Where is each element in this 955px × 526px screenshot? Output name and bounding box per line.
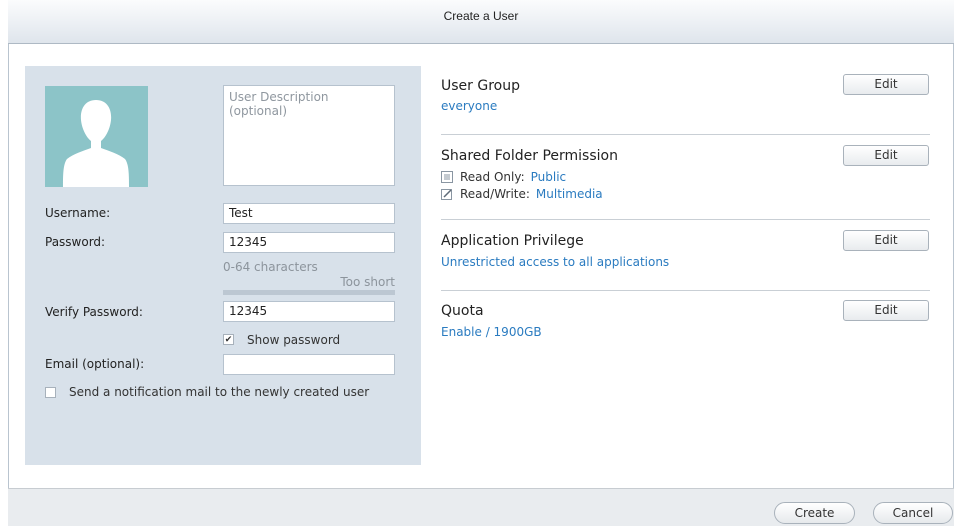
email-input[interactable] <box>223 354 395 375</box>
read-only-value[interactable]: Public <box>531 170 567 184</box>
show-password-checkbox[interactable]: ✔ <box>223 334 234 345</box>
quota-title: Quota <box>441 303 484 319</box>
edit-document-icon <box>441 188 453 200</box>
username-input[interactable]: Test <box>223 203 395 224</box>
username-label: Username: <box>45 206 111 220</box>
document-icon <box>441 171 453 183</box>
notify-checkbox[interactable] <box>45 387 56 398</box>
app-privilege-value[interactable]: Unrestricted access to all applications <box>441 255 669 269</box>
cancel-button[interactable]: Cancel <box>873 502 953 524</box>
quota-edit-button[interactable]: Edit <box>843 300 929 321</box>
password-length-hint: 0-64 characters <box>223 260 318 274</box>
show-password-label: Show password <box>247 333 341 347</box>
user-silhouette-icon[interactable] <box>45 86 148 187</box>
user-group-value[interactable]: everyone <box>441 99 497 113</box>
dialog-left-border <box>8 0 9 525</box>
section-divider <box>441 290 930 291</box>
user-group-title: User Group <box>441 78 520 94</box>
app-privilege-title: Application Privilege <box>441 233 584 249</box>
section-divider <box>441 134 930 135</box>
verify-password-label: Verify Password: <box>45 305 143 319</box>
password-input[interactable]: 12345 <box>223 232 395 253</box>
password-label: Password: <box>45 235 106 249</box>
email-label: Email (optional): <box>45 357 145 371</box>
shared-folder-edit-button[interactable]: Edit <box>843 145 929 166</box>
dialog-right-border <box>953 0 954 525</box>
password-strength-label: Too short <box>340 275 395 289</box>
read-write-label: Read/Write: <box>460 187 530 201</box>
dialog-titlebar: Create a User <box>8 0 954 44</box>
read-only-label: Read Only: <box>460 170 525 184</box>
shared-folder-title: Shared Folder Permission <box>441 148 618 164</box>
verify-password-input[interactable]: 12345 <box>223 301 395 322</box>
quota-value[interactable]: Enable / 1900GB <box>441 325 542 339</box>
user-info-panel: User Description (optional) Username: Te… <box>25 66 421 465</box>
notify-label: Send a notification mail to the newly cr… <box>69 385 370 399</box>
read-write-value[interactable]: Multimedia <box>536 187 603 201</box>
section-divider <box>441 219 930 220</box>
create-button[interactable]: Create <box>774 502 855 524</box>
app-privilege-edit-button[interactable]: Edit <box>843 230 929 251</box>
dialog-title: Create a User <box>443 9 519 23</box>
user-group-edit-button[interactable]: Edit <box>843 74 929 95</box>
password-strength-bar <box>223 290 395 295</box>
user-description-input[interactable]: User Description (optional) <box>223 85 395 186</box>
